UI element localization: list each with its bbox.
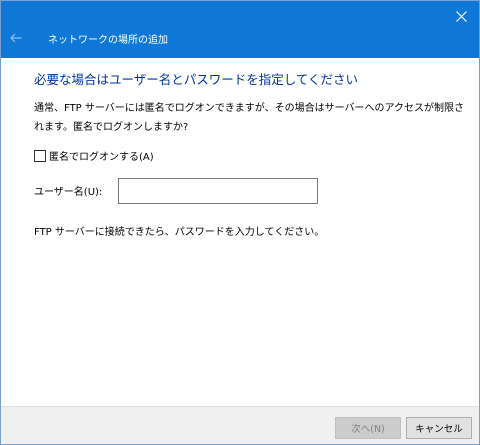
cancel-button[interactable]: キャンセル bbox=[406, 417, 472, 439]
checkbox-box[interactable] bbox=[34, 149, 46, 162]
close-button[interactable] bbox=[443, 1, 479, 31]
back-arrow-icon bbox=[10, 33, 22, 43]
password-info-text: FTP サーバーに接続できたら、パスワードを入力してください。 bbox=[34, 227, 325, 238]
button-bar: 次へ(N) キャンセル bbox=[1, 406, 479, 444]
add-network-location-window: ネットワークの場所の追加 必要な場合はユーザー名とパスワードを指定してください … bbox=[0, 0, 480, 445]
description-text: 通常、FTP サーバーには匿名でログオンできますが、その場合はサーバーへのアクセ… bbox=[34, 103, 464, 133]
back-button[interactable] bbox=[5, 27, 27, 49]
wizard-title: ネットワークの場所の追加 bbox=[48, 35, 168, 46]
close-icon bbox=[455, 10, 467, 22]
title-bar: ネットワークの場所の追加 bbox=[1, 1, 479, 58]
page-heading: 必要な場合はユーザー名とパスワードを指定してください bbox=[34, 72, 359, 87]
anonymous-logon-checkbox[interactable]: 匿名でログオンする(A) bbox=[34, 148, 154, 163]
username-label: ユーザー名(U): bbox=[34, 187, 103, 198]
username-input[interactable] bbox=[118, 178, 318, 204]
next-button[interactable]: 次へ(N) bbox=[335, 417, 401, 439]
anonymous-logon-label[interactable]: 匿名でログオンする(A) bbox=[49, 148, 154, 163]
